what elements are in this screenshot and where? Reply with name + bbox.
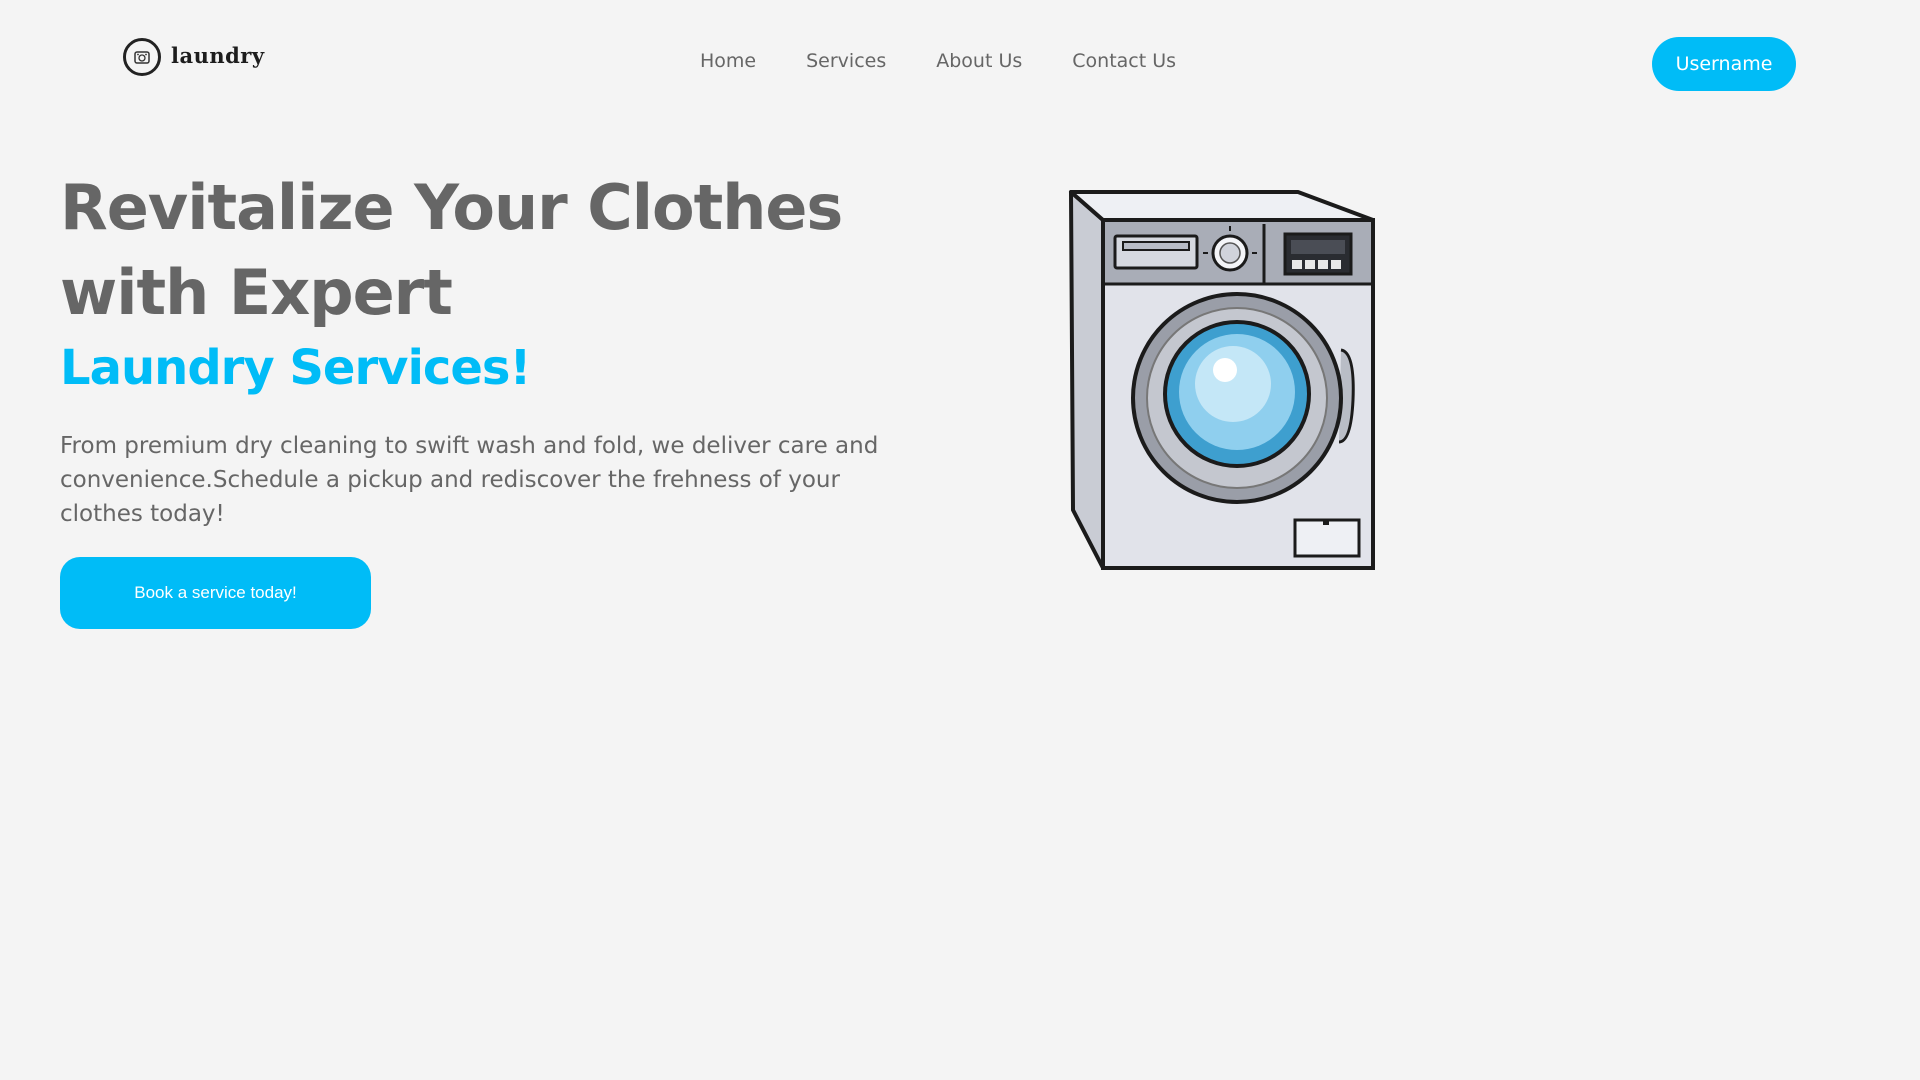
landing-page: laundry Home Services About Us Contact U… — [0, 0, 1920, 1080]
nav-contact-us[interactable]: Contact Us — [1072, 50, 1176, 72]
washing-machine-icon — [1063, 180, 1383, 580]
book-service-button[interactable]: Book a service today! — [60, 557, 371, 629]
hero-subtitle: Laundry Services! — [60, 340, 531, 396]
hero-description: From premium dry cleaning to swift wash … — [60, 433, 879, 527]
main-nav: Home Services About Us Contact Us — [700, 50, 1226, 72]
brand-name: laundry — [171, 42, 265, 68]
washer-logo-icon — [123, 38, 161, 76]
nav-about-us[interactable]: About Us — [936, 50, 1022, 72]
nav-services[interactable]: Services — [806, 50, 886, 72]
nav-home[interactable]: Home — [700, 50, 756, 72]
hero-title: Revitalize Your Clothes with Expert — [60, 171, 843, 329]
username-button[interactable]: Username — [1652, 37, 1796, 91]
hero-section: Revitalize Your Clothes with Expert Laun… — [60, 165, 960, 629]
brand-logo[interactable]: laundry — [123, 38, 265, 76]
site-header: laundry Home Services About Us Contact U… — [0, 0, 1920, 130]
